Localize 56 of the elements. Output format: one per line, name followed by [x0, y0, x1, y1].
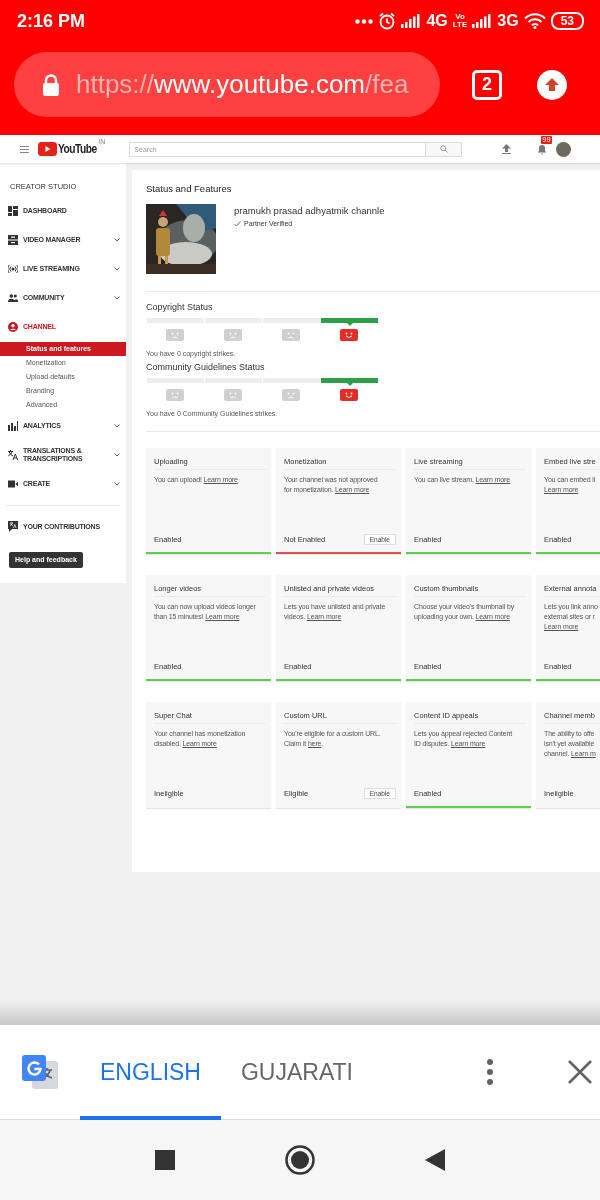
- live-icon: [8, 263, 18, 274]
- tab-count-button[interactable]: 2: [472, 69, 502, 100]
- dashboard-icon: [8, 205, 18, 216]
- channel-icon: [8, 321, 18, 332]
- battery-indicator: 53: [550, 12, 584, 30]
- search-icon: [439, 145, 448, 153]
- channel-name: pramukh prasad adhyatmik channle: [234, 205, 385, 216]
- analytics-icon: [8, 420, 18, 431]
- volte-label: LTE: [452, 21, 468, 29]
- back-button-icon[interactable]: [425, 1149, 445, 1171]
- more-dots-icon: [355, 18, 374, 24]
- status-heading: Community Guidelines Status: [146, 362, 266, 372]
- menu-icon[interactable]: [20, 145, 29, 153]
- sad-face-icon: [224, 329, 242, 341]
- alarm-icon: [378, 12, 397, 30]
- play-logo-icon: [38, 142, 57, 156]
- bell-icon[interactable]: [537, 143, 548, 155]
- video-icon: [8, 234, 18, 245]
- chevron-down-icon: [114, 481, 120, 486]
- home-button-icon[interactable]: [285, 1145, 315, 1175]
- sad-face-icon: [166, 329, 184, 341]
- lock-icon: [42, 73, 60, 96]
- upload-button-icon[interactable]: [537, 69, 567, 100]
- translate-icon: [8, 449, 18, 460]
- chevron-down-icon: [114, 423, 120, 428]
- signal-icon: [472, 14, 493, 28]
- volte-label: Vo: [455, 13, 465, 21]
- sad-face-icon: [282, 329, 300, 341]
- sad-face-icon: [224, 389, 242, 401]
- translate-bubble-icon: [8, 521, 18, 532]
- upload-icon[interactable]: [502, 144, 512, 154]
- logo-text[interactable]: YouTube: [58, 142, 97, 156]
- page-title: Status and Features: [146, 183, 233, 194]
- chevron-down-icon: [114, 266, 120, 271]
- create-icon: [8, 478, 18, 489]
- google-translate-icon[interactable]: [20, 1053, 60, 1091]
- more-options-icon[interactable]: [487, 1059, 493, 1085]
- signal-icon: [401, 14, 422, 28]
- network-type: 4G: [426, 12, 448, 30]
- chevron-down-icon: [114, 237, 120, 242]
- chevron-down-icon: [114, 295, 120, 300]
- network-type: 3G: [497, 12, 519, 30]
- sad-face-icon: [282, 389, 300, 401]
- sad-face-icon: [166, 389, 184, 401]
- status-time: 2:16 PM: [17, 10, 86, 32]
- wifi-icon: [523, 13, 546, 29]
- chevron-down-icon: [114, 452, 120, 457]
- checkmark-icon: [234, 220, 241, 227]
- happy-face-icon: [340, 329, 358, 341]
- close-icon[interactable]: [568, 1060, 592, 1084]
- status-heading: Copyright Status: [146, 302, 214, 312]
- community-icon: [8, 292, 18, 303]
- url-text: https://www.youtube.com/fea: [76, 69, 409, 100]
- avatar[interactable]: [556, 141, 572, 157]
- language-tab[interactable]: GUJARATI: [221, 1024, 373, 1120]
- happy-face-icon: [340, 389, 358, 401]
